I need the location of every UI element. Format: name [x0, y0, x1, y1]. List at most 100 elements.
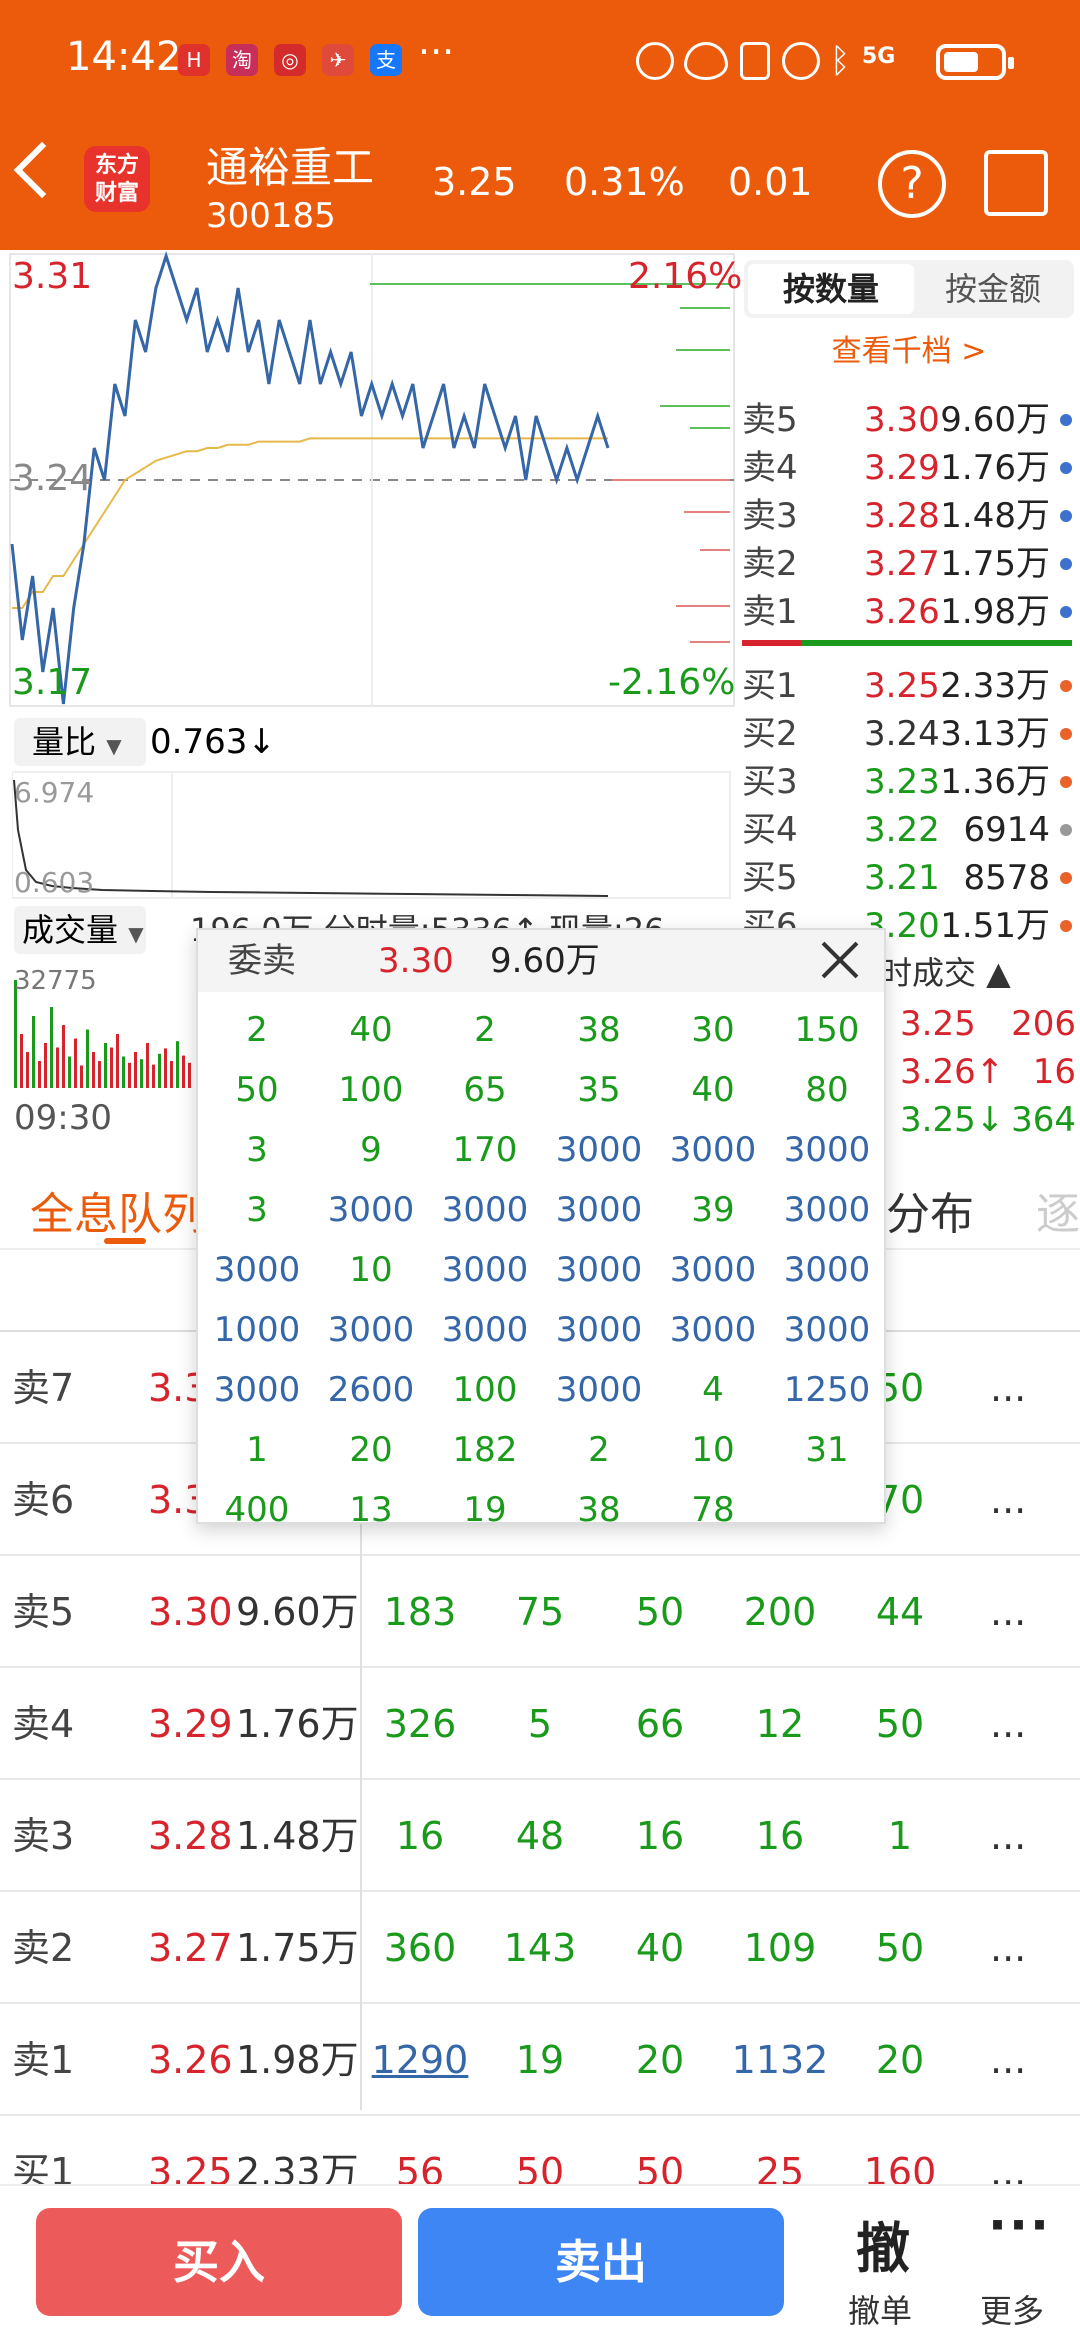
queue-order-cell[interactable]: 16 — [720, 1780, 840, 1892]
orderbook-ask-row[interactable]: 卖4 3.29 1.76万 — [742, 444, 1080, 492]
queue-order-cell[interactable]: 143 — [480, 1892, 600, 2004]
queue-more-icon[interactable]: ... — [990, 1444, 1026, 1556]
orderbook-bid-row[interactable]: 买1 3.25 2.33万 — [742, 662, 1080, 710]
tab-by-quantity[interactable]: 按数量 — [748, 264, 914, 314]
queue-order-cell[interactable]: 360 — [360, 1892, 480, 2004]
view-thousand-levels-link[interactable]: 查看千档 > — [744, 326, 1074, 370]
orderbook-bid-row[interactable]: 买5 3.21 8578 — [742, 854, 1080, 902]
queue-more-icon[interactable]: ... — [990, 1892, 1026, 2004]
queue-row[interactable]: 卖2 3.27 1.75万 360 143 40 109 50... — [0, 1892, 1080, 2004]
orderbook-bid-row[interactable]: 买3 3.23 1.36万 — [742, 758, 1080, 806]
popup-order-cell: 1000 — [213, 1310, 301, 1350]
tick-trades-header[interactable]: 时成交 ▲ — [880, 948, 1011, 994]
popup-order-cell: 80 — [805, 1070, 849, 1110]
order-dot-icon — [1060, 728, 1072, 740]
volume-bar — [98, 1061, 101, 1088]
queue-order-cell[interactable]: 1 — [840, 1780, 960, 1892]
queue-order-cell[interactable]: 44 — [840, 1556, 960, 1668]
tab-by-amount[interactable]: 按金额 — [916, 264, 1070, 314]
orderbook-price: 3.27 — [864, 544, 940, 584]
queue-order-cell[interactable]: 12 — [720, 1668, 840, 1780]
queue-label: 卖3 — [12, 1814, 75, 1858]
cancel-order-button[interactable]: 撤单 — [848, 2286, 912, 2332]
vol-ratio-chart — [12, 771, 731, 899]
queue-order-cell[interactable]: 16 — [600, 1780, 720, 1892]
tab-full-queue[interactable]: 全息队列 — [30, 1178, 206, 1242]
buy-button[interactable]: 买入 — [36, 2208, 402, 2316]
queue-order-cell[interactable]: 16 — [360, 1780, 480, 1892]
queue-row[interactable]: 卖3 3.28 1.48万 16 48 16 16 1... — [0, 1780, 1080, 1892]
close-icon[interactable] — [818, 938, 862, 982]
alarm-icon — [782, 42, 820, 80]
queue-order-cell[interactable]: 200 — [720, 1556, 840, 1668]
queue-order-cell[interactable]: 5 — [480, 1668, 600, 1780]
active-tab-indicator — [104, 1238, 146, 1244]
orderbook-bid-row[interactable]: 买2 3.24 3.13万 — [742, 710, 1080, 758]
popup-order-cell: 2 — [588, 1430, 610, 1470]
more-icon[interactable]: ··· — [988, 2196, 1051, 2254]
volume-bar — [38, 1061, 41, 1088]
queue-order-cell[interactable]: 1290 — [360, 2004, 480, 2116]
volume-bar — [170, 1061, 173, 1088]
vol-ratio-selector[interactable]: 量比 ▼ — [14, 718, 146, 766]
queue-order-cell[interactable]: 109 — [720, 1892, 840, 2004]
cancel-order-icon[interactable]: 撤 — [856, 2204, 910, 2283]
queue-order-cell[interactable]: 50 — [840, 1892, 960, 2004]
queue-order-cell[interactable]: 20 — [600, 2004, 720, 2116]
queue-more-icon[interactable]: ... — [990, 1668, 1026, 1780]
sell-button[interactable]: 卖出 — [418, 2208, 784, 2316]
queue-more-icon[interactable]: ... — [990, 2004, 1026, 2116]
queue-more-icon[interactable]: ... — [990, 1556, 1026, 1668]
more-button[interactable]: 更多 — [980, 2286, 1044, 2332]
orderbook-label: 卖3 — [742, 496, 798, 536]
queue-more-icon[interactable]: ... — [990, 1332, 1026, 1444]
help-icon[interactable]: ? — [878, 150, 946, 218]
orderbook-ask-row[interactable]: 卖2 3.27 1.75万 — [742, 540, 1080, 588]
shopping-app-icon: 淘 — [226, 44, 258, 76]
queue-order-cell[interactable]: 48 — [480, 1780, 600, 1892]
orderbook-volume: 1.48万 — [940, 496, 1050, 536]
vr-min-label: 0.603 — [14, 866, 95, 899]
queue-row[interactable]: 卖4 3.29 1.76万 326 5 66 12 50... — [0, 1668, 1080, 1780]
tab-distribution[interactable]: 分布 — [886, 1178, 974, 1242]
orderbook-ask-row[interactable]: 卖1 3.26 1.98万 — [742, 588, 1080, 636]
tab-tick-by-tick[interactable]: 逐 — [1036, 1178, 1080, 1242]
queue-order-cell[interactable]: 50 — [840, 1668, 960, 1780]
orderbook-label: 买3 — [742, 762, 798, 802]
volume-bar — [146, 1043, 149, 1088]
queue-order-cell[interactable]: 326 — [360, 1668, 480, 1780]
layout-switch-icon[interactable] — [984, 150, 1048, 216]
intraday-chart[interactable] — [0, 250, 740, 710]
queue-row[interactable]: 卖5 3.30 9.60万 183 75 50 200 44... — [0, 1556, 1080, 1668]
tick-price: 3.25 — [900, 1004, 976, 1044]
queue-order-cell[interactable]: 1132 — [720, 2004, 840, 2116]
header-change: 0.01 — [728, 160, 813, 204]
popup-order-cell: 3000 — [669, 1130, 757, 1170]
queue-more-icon[interactable]: ... — [990, 1780, 1026, 1892]
orderbook-bid-row[interactable]: 买4 3.22 6914 — [742, 806, 1080, 854]
volume-selector[interactable]: 成交量 ▼ — [14, 906, 146, 954]
volume-bar — [116, 1034, 119, 1088]
queue-order-cell[interactable]: 50 — [600, 1556, 720, 1668]
queue-row[interactable]: 卖1 3.26 1.98万 1290 19 20 1132 20... — [0, 2004, 1080, 2116]
queue-order-cell[interactable]: 19 — [480, 2004, 600, 2116]
orderbook-label: 卖2 — [742, 544, 798, 584]
popup-order-cell: 3000 — [669, 1250, 757, 1290]
orderbook-label: 卖1 — [742, 592, 798, 632]
queue-volume: 9.60万 — [236, 1590, 359, 1634]
volume-bar — [74, 1038, 77, 1088]
popup-header: 委卖 3.30 9.60万 — [198, 930, 884, 992]
queue-order-cell[interactable]: 75 — [480, 1556, 600, 1668]
popup-order-cell: 31 — [805, 1430, 849, 1470]
popup-order-cell: 39 — [691, 1190, 735, 1230]
back-icon[interactable] — [13, 141, 71, 199]
orderbook-ask-row[interactable]: 卖3 3.28 1.48万 — [742, 492, 1080, 540]
queue-order-cell[interactable]: 40 — [600, 1892, 720, 2004]
popup-order-cell: 65 — [463, 1070, 507, 1110]
orderbook-ask-row[interactable]: 卖5 3.30 9.60万 — [742, 396, 1080, 444]
queue-order-cell[interactable]: 66 — [600, 1668, 720, 1780]
order-dot-icon — [1060, 558, 1072, 570]
volume-bar — [176, 1041, 179, 1088]
queue-order-cell[interactable]: 20 — [840, 2004, 960, 2116]
queue-order-cell[interactable]: 183 — [360, 1556, 480, 1668]
